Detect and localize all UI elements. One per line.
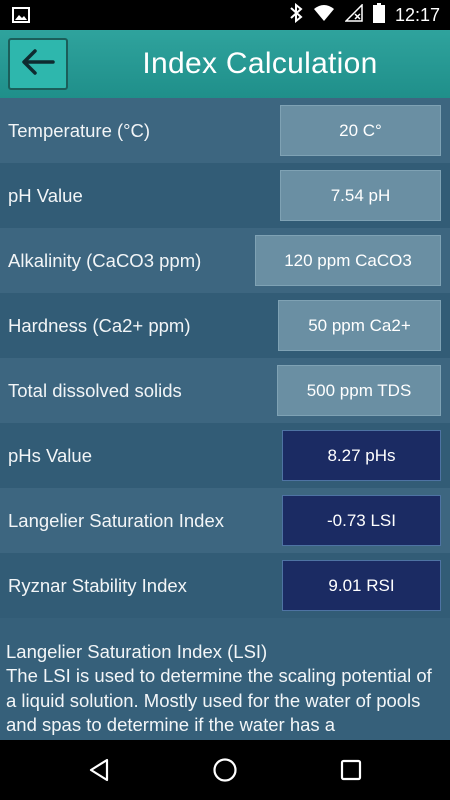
- home-circle-icon[interactable]: [212, 757, 238, 783]
- lsi-label: Langelier Saturation Index: [8, 509, 224, 531]
- hardness-label: Hardness (Ca2+ ppm): [8, 314, 191, 336]
- temperature-field[interactable]: 20 C°: [280, 105, 441, 156]
- ph-label: pH Value: [8, 184, 83, 206]
- row-rsi: Ryznar Stability Index 9.01 RSI: [0, 553, 450, 618]
- info-body: The LSI is used to determine the scaling…: [6, 665, 432, 735]
- ph-field[interactable]: 7.54 pH: [280, 170, 441, 221]
- alkalinity-field[interactable]: 120 ppm CaCO3: [255, 235, 441, 286]
- page-title: Index Calculation: [142, 47, 378, 80]
- row-ph: pH Value 7.54 pH: [0, 163, 450, 228]
- tds-field[interactable]: 500 ppm TDS: [277, 365, 441, 416]
- row-tds: Total dissolved solids 500 ppm TDS: [0, 358, 450, 423]
- row-temperature: Temperature (°C) 20 C°: [0, 98, 450, 163]
- lsi-info: Langelier Saturation Index (LSI) The LSI…: [6, 640, 446, 738]
- phs-label: pHs Value: [8, 444, 92, 466]
- calculation-form: Temperature (°C) 20 C° pH Value 7.54 pH …: [0, 98, 450, 740]
- bluetooth-icon: [289, 2, 303, 28]
- info-title: Langelier Saturation Index (LSI): [6, 641, 268, 662]
- wifi-icon: [313, 4, 335, 27]
- alkalinity-label: Alkalinity (CaCO3 ppm): [8, 249, 202, 271]
- tds-label: Total dissolved solids: [8, 379, 182, 401]
- row-lsi: Langelier Saturation Index -0.73 LSI: [0, 488, 450, 553]
- row-hardness: Hardness (Ca2+ ppm) 50 ppm Ca2+: [0, 293, 450, 358]
- clock: 12:17: [394, 4, 440, 25]
- app-bar: Index Calculation: [0, 30, 450, 98]
- hardness-field[interactable]: 50 ppm Ca2+: [278, 300, 441, 351]
- temperature-label: Temperature (°C): [8, 119, 151, 141]
- rsi-label: Ryznar Stability Index: [8, 574, 187, 596]
- arrow-left-icon: [21, 48, 55, 81]
- row-phs: pHs Value 8.27 pHs: [0, 423, 450, 488]
- back-button[interactable]: [8, 38, 68, 90]
- cellular-off-icon: [344, 2, 363, 27]
- battery-icon: [372, 2, 385, 28]
- lsi-result: -0.73 LSI: [282, 495, 441, 546]
- status-bar: 12:17: [0, 0, 450, 30]
- back-triangle-icon[interactable]: [86, 757, 112, 783]
- phs-result: 8.27 pHs: [282, 430, 441, 481]
- rsi-result: 9.01 RSI: [282, 560, 441, 611]
- navigation-bar: [0, 740, 450, 800]
- image-icon: [12, 6, 30, 24]
- row-alkalinity: Alkalinity (CaCO3 ppm) 120 ppm CaCO3: [0, 228, 450, 293]
- recents-square-icon[interactable]: [338, 757, 364, 783]
